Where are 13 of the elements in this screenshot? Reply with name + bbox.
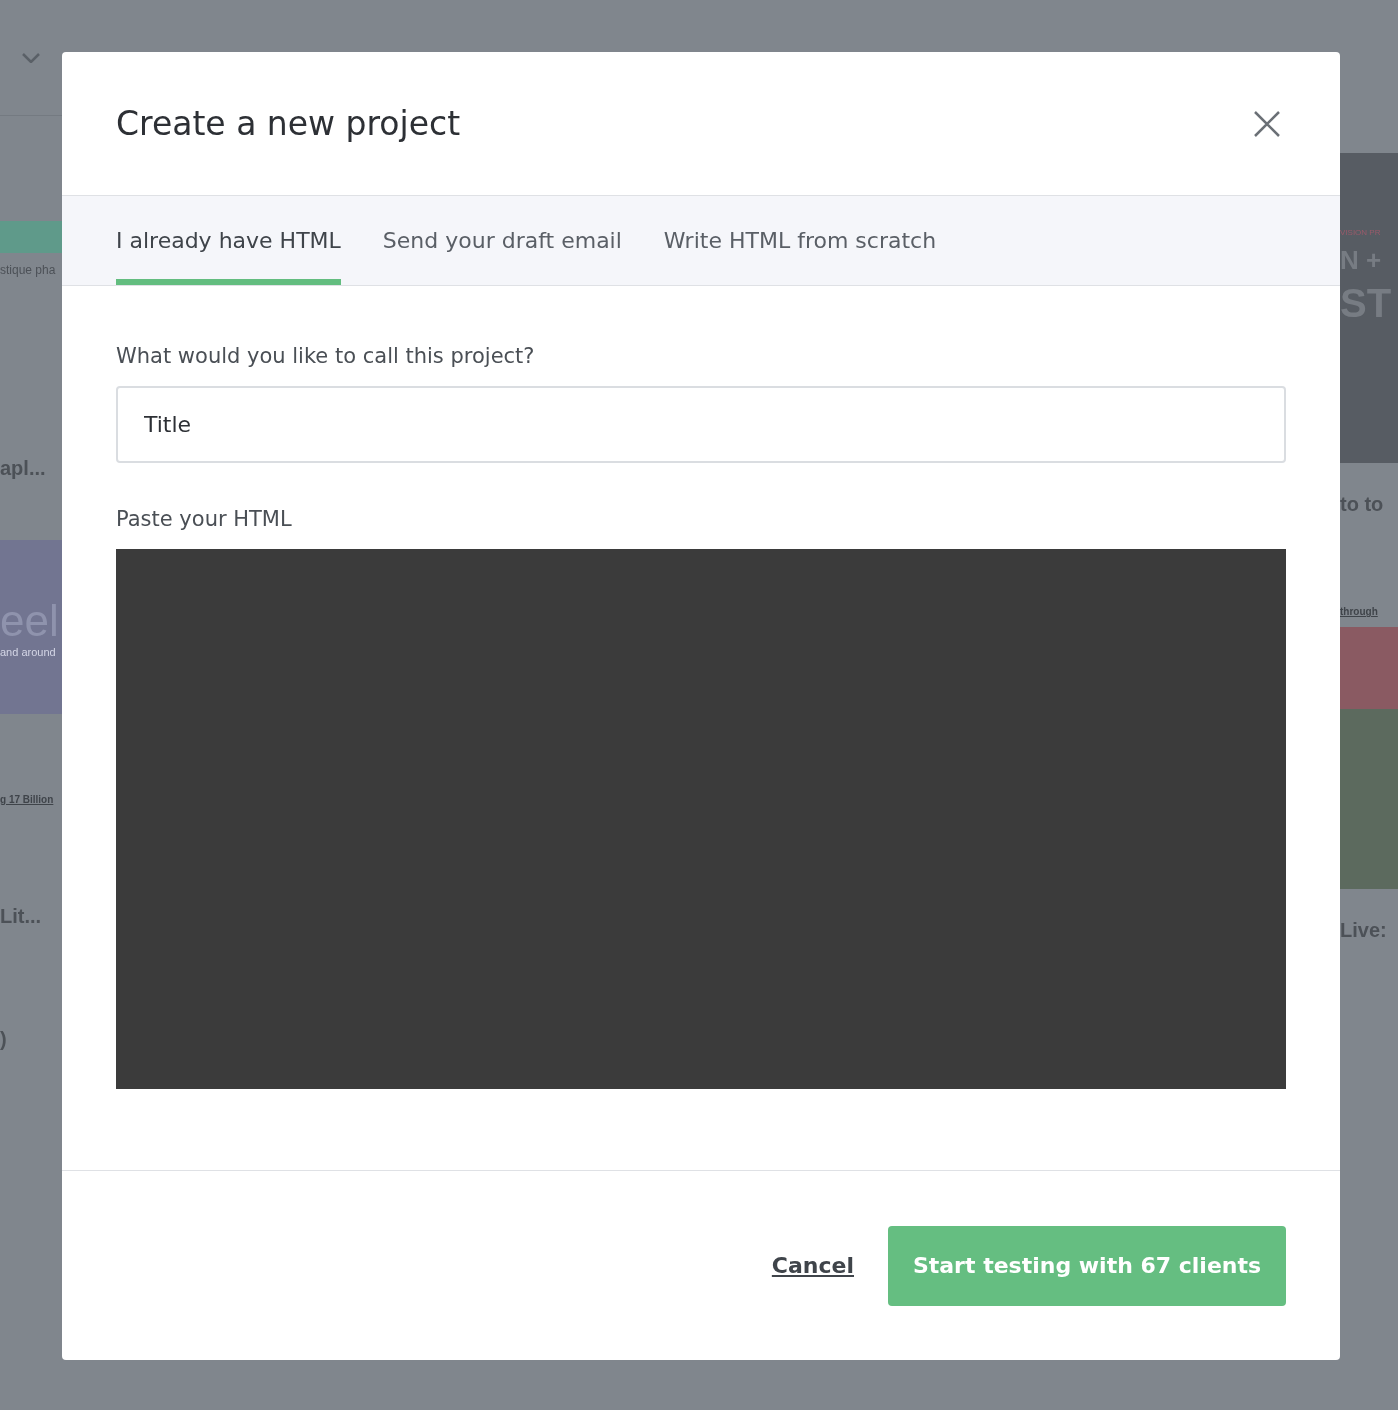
chevron-down-icon[interactable] (22, 52, 40, 63)
tab[interactable]: I already have HTML (116, 196, 341, 285)
banner-subtitle: and around (0, 646, 57, 658)
project-name-field[interactable]: Title (116, 386, 1286, 463)
tab[interactable]: Send your draft email (382, 196, 622, 285)
field-label: What would you like to call this project? (116, 344, 536, 368)
cancel-link[interactable]: Cancel (771, 1253, 854, 1278)
field-label: Paste your HTML (116, 507, 293, 531)
poster-tag: VISION PR (1340, 228, 1398, 237)
html-editor[interactable] (116, 549, 1286, 1089)
tab[interactable]: Write HTML from scratch (663, 196, 937, 285)
dialog-title: Create a new project (116, 104, 461, 143)
card-title: ) (0, 1027, 8, 1052)
